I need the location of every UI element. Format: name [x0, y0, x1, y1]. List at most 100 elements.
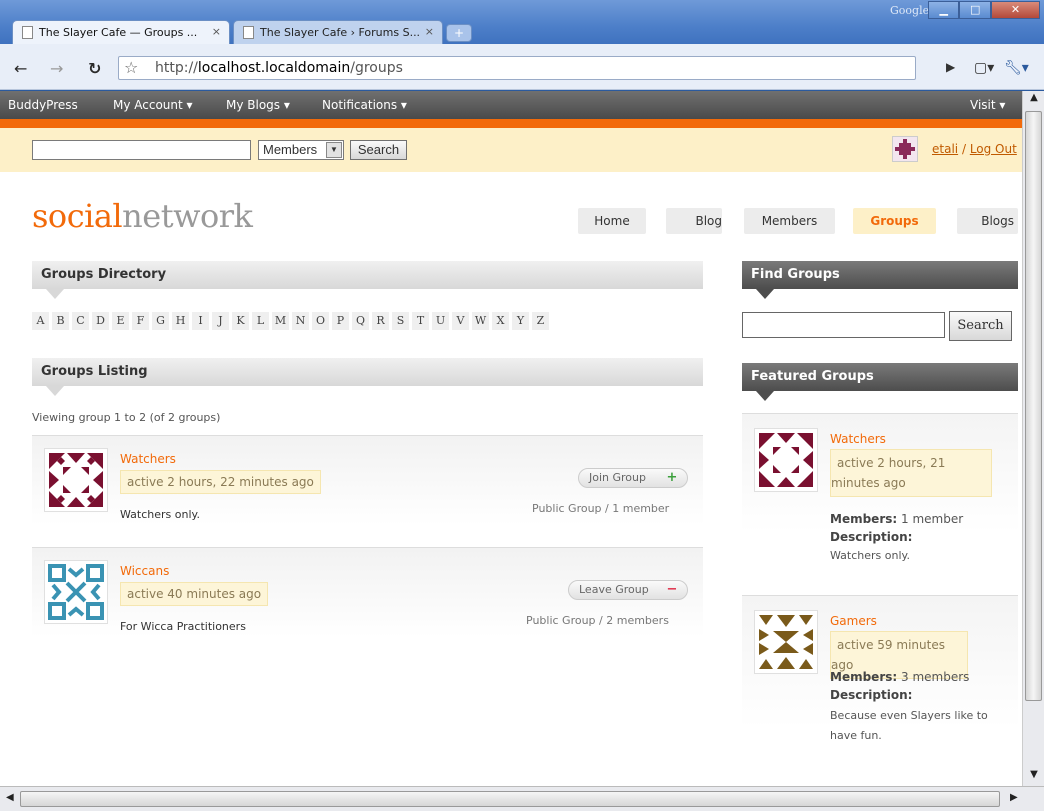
letter-filter-l[interactable]: L	[252, 312, 269, 330]
search-button[interactable]: Search	[350, 140, 407, 160]
letter-filter-o[interactable]: O	[312, 312, 329, 330]
url-prefix: http://	[155, 60, 198, 76]
tab-groups[interactable]: The Slayer Cafe — Groups ... ×	[12, 20, 230, 44]
search-type-value: Members	[263, 142, 318, 157]
group-activity: active 40 minutes ago	[120, 582, 269, 606]
featured-group-name-link[interactable]: Gamers	[830, 614, 877, 628]
description-label: Description:	[830, 688, 913, 702]
letter-filter-t[interactable]: T	[412, 312, 429, 330]
group-avatar[interactable]	[754, 428, 818, 492]
find-groups-search-button[interactable]: Search	[949, 311, 1012, 341]
horizontal-scrollbar[interactable]: ◀ ▶	[0, 786, 1044, 811]
letter-filter-y[interactable]: Y	[512, 312, 529, 330]
letter-filter-p[interactable]: P	[332, 312, 349, 330]
group-type: Public Group / 1 member	[532, 502, 670, 515]
letter-filter-j[interactable]: J	[212, 312, 229, 330]
letter-filter-z[interactable]: Z	[532, 312, 549, 330]
letter-filter-r[interactable]: R	[372, 312, 389, 330]
letter-filter-c[interactable]: C	[72, 312, 89, 330]
nav-blogs[interactable]: Blogs	[957, 208, 1018, 234]
group-avatar[interactable]	[44, 560, 108, 624]
horizontal-scroll-thumb[interactable]	[20, 791, 1000, 807]
featured-group-gamers: Gamers active 59 minutes ago Members: 3 …	[742, 595, 1018, 785]
vertical-scrollbar[interactable]: ▲ ▼	[1022, 91, 1044, 786]
group-avatar[interactable]	[44, 448, 108, 512]
reload-icon[interactable]: ↻	[88, 59, 101, 78]
group-name-link[interactable]: Watchers	[120, 452, 176, 466]
search-type-select[interactable]: Members ▼	[258, 140, 344, 160]
tab-title: The Slayer Cafe › Forums S...	[260, 26, 421, 39]
notifications-menu[interactable]: Notifications ▾	[322, 98, 407, 112]
letter-filter-n[interactable]: N	[292, 312, 309, 330]
join-group-button[interactable]: Join Group +	[578, 468, 688, 488]
page-menu-icon[interactable]: ▢▾	[974, 60, 994, 76]
bookmark-star-icon[interactable]: ☆	[124, 58, 138, 77]
scroll-right-icon[interactable]: ▶	[1010, 792, 1018, 803]
nav-members[interactable]: Members	[744, 208, 835, 234]
url-host: localhost.localdomain	[197, 60, 351, 76]
group-name-link[interactable]: Wiccans	[120, 564, 169, 578]
letter-filter-g[interactable]: G	[152, 312, 169, 330]
scroll-down-icon[interactable]: ▼	[1026, 769, 1042, 785]
go-icon[interactable]: ▶	[946, 60, 955, 74]
letter-filter-q[interactable]: Q	[352, 312, 369, 330]
letter-filter-i[interactable]: I	[192, 312, 209, 330]
site-logo[interactable]: socialnetwork	[32, 197, 253, 235]
vertical-scroll-thumb[interactable]	[1025, 111, 1042, 701]
nav-home[interactable]: Home	[578, 208, 646, 234]
letter-filter-f[interactable]: F	[132, 312, 149, 330]
close-tab-icon[interactable]: ×	[425, 25, 434, 38]
minus-icon: −	[666, 582, 678, 597]
letter-filter-v[interactable]: V	[452, 312, 469, 330]
nav-blog[interactable]: Blog	[666, 208, 722, 234]
letter-filter-u[interactable]: U	[432, 312, 449, 330]
back-icon[interactable]: ←	[14, 59, 27, 78]
dropdown-arrow-icon[interactable]: ▼	[326, 142, 342, 158]
forward-icon[interactable]: →	[50, 59, 63, 78]
address-bar[interactable]: http://localhost.localdomain/groups	[118, 56, 916, 80]
scroll-left-icon[interactable]: ◀	[6, 792, 14, 803]
members-label: Members:	[830, 512, 898, 526]
close-tab-icon[interactable]: ×	[212, 25, 221, 38]
visit-menu[interactable]: Visit ▾	[970, 98, 1005, 112]
letter-filter-w[interactable]: W	[472, 312, 489, 330]
wrench-menu-icon[interactable]: 🔧︎▾	[1004, 60, 1029, 76]
buddypress-logo[interactable]: BuddyPress	[8, 98, 78, 112]
close-window-icon[interactable]: ✕	[990, 1, 1040, 19]
letter-filter-s[interactable]: S	[392, 312, 409, 330]
my-account-menu[interactable]: My Account ▾	[113, 98, 193, 112]
featured-members: Members: 1 member	[830, 512, 963, 526]
logout-link[interactable]: Log Out	[970, 142, 1017, 156]
admin-bar: BuddyPress My Account ▾ My Blogs ▾ Notif…	[0, 91, 1022, 119]
tab-forums[interactable]: The Slayer Cafe › Forums S... ×	[233, 20, 443, 44]
groups-listing-header: Groups Listing	[32, 358, 703, 396]
letter-filter-e[interactable]: E	[112, 312, 129, 330]
tab-title: The Slayer Cafe — Groups ...	[39, 26, 198, 39]
letter-filter-m[interactable]: M	[272, 312, 289, 330]
featured-group-name-link[interactable]: Watchers	[830, 432, 886, 446]
letter-filter-x[interactable]: X	[492, 312, 509, 330]
letter-filter-a[interactable]: A	[32, 312, 49, 330]
minimize-icon[interactable]: ▁	[928, 1, 960, 19]
my-blogs-menu[interactable]: My Blogs ▾	[226, 98, 290, 112]
letter-filter-d[interactable]: D	[92, 312, 109, 330]
find-groups-input[interactable]	[742, 312, 945, 338]
search-input[interactable]	[32, 140, 251, 160]
username-link[interactable]: etali	[932, 142, 958, 156]
group-avatar[interactable]	[754, 610, 818, 674]
featured-description: Watchers only.	[830, 549, 910, 562]
featured-groups-header: Featured Groups	[742, 363, 1018, 401]
scroll-up-icon[interactable]: ▲	[1026, 92, 1042, 108]
maximize-icon[interactable]: □	[959, 1, 991, 19]
user-links-separator: /	[961, 142, 966, 156]
nav-groups[interactable]: Groups	[853, 208, 936, 234]
user-avatar[interactable]	[892, 136, 918, 162]
new-tab-button[interactable]: +	[446, 24, 472, 42]
letter-filter-b[interactable]: B	[52, 312, 69, 330]
letter-filter-h[interactable]: H	[172, 312, 189, 330]
user-links: etali / Log Out	[932, 142, 1017, 156]
leave-group-button[interactable]: Leave Group −	[568, 580, 688, 600]
featured-activity-text: active 59 minutes ago	[831, 638, 945, 672]
leave-group-label: Leave Group	[579, 583, 649, 596]
letter-filter-k[interactable]: K	[232, 312, 249, 330]
